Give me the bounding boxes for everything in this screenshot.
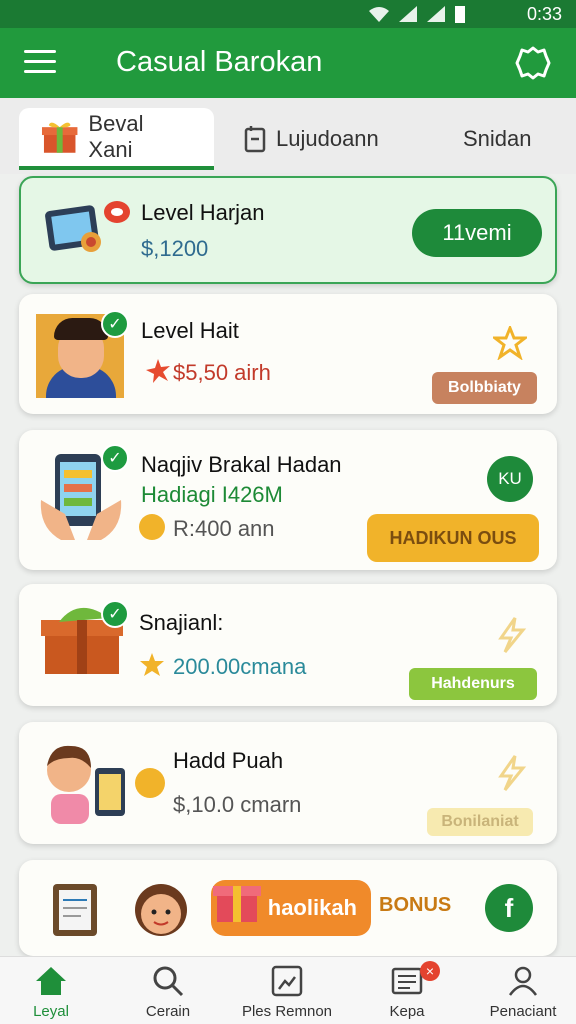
nav-cerain[interactable]: Cerain bbox=[113, 965, 223, 1020]
nav-label: Penaciant bbox=[489, 1003, 557, 1020]
tab-beval-xani[interactable]: Beval Xani bbox=[19, 108, 214, 170]
nav-penaciant[interactable]: Penaciant bbox=[468, 965, 576, 1020]
card-naqjiv[interactable]: ✓ Naqjiv Brakal Hadan Hadiagi I426M R:40… bbox=[19, 430, 557, 570]
card-value: $,10.0 cmarn bbox=[173, 792, 302, 817]
card-level-harjan[interactable]: Level Harjan $,1200 11vemi bbox=[19, 176, 557, 284]
settings-icon[interactable] bbox=[514, 44, 552, 82]
app-title: Casual Barokan bbox=[116, 46, 323, 78]
document-icon bbox=[53, 884, 97, 936]
star-outline-icon bbox=[493, 326, 527, 360]
card-title: Naqjiv Brakal Hadan bbox=[141, 452, 342, 477]
nav-ples-remnon[interactable]: Ples Remnon bbox=[232, 965, 342, 1020]
check-icon: ✓ bbox=[101, 310, 129, 338]
fire-badge-icon bbox=[104, 201, 130, 223]
signal-icon-2 bbox=[427, 6, 445, 22]
card-value: $,1200 bbox=[141, 236, 209, 261]
status-badge: Hahdenurs bbox=[409, 668, 537, 700]
tab-lujudoann[interactable]: Lujudoann bbox=[244, 108, 379, 170]
card-value: R:400 ann bbox=[173, 516, 275, 541]
nav-leyal[interactable]: Leyal bbox=[0, 965, 106, 1020]
gallery-icon bbox=[271, 965, 303, 997]
tab-label: Snidan bbox=[463, 126, 532, 151]
status-bar: 0:33 bbox=[0, 0, 576, 28]
card-subtitle: Hadiagi I426M bbox=[141, 482, 283, 507]
tab-bar: Beval Xani Lujudoann Snidan bbox=[0, 98, 576, 174]
tablet-icon bbox=[45, 205, 101, 252]
bolt-icon bbox=[498, 755, 527, 791]
battery-icon bbox=[455, 6, 465, 23]
status-circle[interactable]: f bbox=[485, 884, 533, 932]
status-badge: Bonilaniat bbox=[427, 808, 533, 836]
notification-badge: × bbox=[420, 961, 440, 981]
nav-label: Kepa bbox=[389, 1003, 425, 1020]
app-bar: Casual Barokan bbox=[0, 28, 576, 98]
menu-icon[interactable] bbox=[24, 50, 56, 76]
profile-icon bbox=[508, 966, 538, 996]
card-title: Level Harjan bbox=[141, 200, 265, 225]
burst-icon bbox=[146, 359, 170, 383]
wifi-icon bbox=[369, 7, 389, 22]
card-bonus[interactable]: haolikah BONUS f bbox=[19, 860, 557, 956]
status-badge: Bolbbiaty bbox=[432, 372, 537, 404]
nav-label: Cerain bbox=[145, 1003, 191, 1020]
home-icon bbox=[36, 967, 66, 995]
gift-icon bbox=[213, 886, 261, 922]
nav-kepa[interactable]: Kepa × bbox=[352, 961, 462, 1020]
status-time: 0:33 bbox=[526, 4, 562, 24]
search-icon bbox=[153, 966, 184, 997]
card-value: 200.00cmana bbox=[173, 654, 307, 679]
coin-icon bbox=[135, 768, 165, 798]
card-title: Snajianl: bbox=[139, 610, 224, 635]
card-value: $5,50 airh bbox=[173, 360, 271, 385]
kid-phone-icon bbox=[47, 745, 125, 824]
card-level-hait[interactable]: ✓ Level Hait $5,50 airh Bolbbiaty bbox=[19, 294, 557, 414]
nav-label: Ples Remnon bbox=[241, 1003, 333, 1020]
bonus-label: BONUS bbox=[379, 894, 452, 916]
status-icons bbox=[368, 4, 466, 24]
card-hadd-puah[interactable]: Hadd Puah $,10.0 cmarn Bonilaniat bbox=[19, 722, 557, 844]
card-snajianl[interactable]: ✓ Snajianl: 200.00cmana Hahdenurs bbox=[19, 584, 557, 706]
tab-label: Lujudoann bbox=[276, 126, 379, 151]
bolt-icon bbox=[498, 617, 527, 653]
girl-avatar-icon bbox=[135, 884, 187, 936]
bottom-nav: Leyal Cerain Ples Remnon Kepa × Penacian… bbox=[0, 956, 576, 1024]
check-icon: ✓ bbox=[101, 444, 129, 472]
check-icon: ✓ bbox=[101, 600, 129, 628]
bonus-banner[interactable]: HADIKUN OUS bbox=[367, 514, 539, 562]
signal-icon bbox=[399, 6, 417, 22]
tab-label: Beval Xani bbox=[88, 111, 144, 162]
card-title: Hadd Puah bbox=[173, 748, 284, 773]
coin-icon bbox=[139, 514, 165, 540]
star-icon bbox=[140, 653, 164, 676]
status-circle: KU bbox=[487, 456, 533, 502]
tab-snidan[interactable]: Snidan bbox=[463, 108, 532, 170]
nav-label: Leyal bbox=[33, 1003, 69, 1020]
calendar-icon bbox=[244, 126, 266, 153]
news-icon bbox=[391, 967, 423, 995]
action-button[interactable]: 11vemi bbox=[412, 209, 542, 257]
card-title: Level Hait bbox=[141, 318, 239, 343]
gift-icon bbox=[41, 122, 78, 153]
